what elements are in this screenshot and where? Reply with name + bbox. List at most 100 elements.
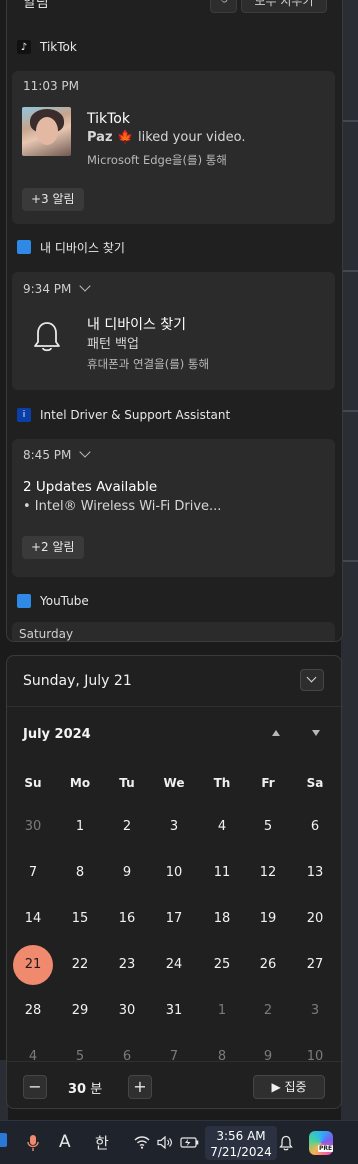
previous-month-button[interactable] [272,730,280,736]
notification-via: 휴대폰과 연결을(를) 통해 [87,357,210,371]
calendar-day[interactable]: 6 [295,807,335,847]
start-focus-button[interactable]: ▶ 집중 [253,1075,325,1099]
weekday-header: Th [213,776,231,790]
focus-minutes-value: 30 [68,1082,87,1097]
notification-via: Microsoft Edge을(를) 통해 [87,153,227,167]
app-group-youtube[interactable]: YouTube [17,589,89,613]
wifi-icon[interactable] [134,1136,150,1149]
weekday-header: Sa [306,776,324,790]
more-notifications-button[interactable]: +3 알림 [22,188,84,211]
do-not-disturb-button[interactable]: ⟲ [210,0,237,13]
copilot-badge: PRE [318,1145,334,1152]
notification-message: liked your video. [138,130,246,145]
weekday-header: Mo [69,776,91,790]
calendar-day[interactable]: 18 [202,899,242,939]
calendar-panel: Sunday, July 21 July 2024 Su Mo Tu We Th Fr Sa… [6,655,342,1109]
calendar-day[interactable]: 31 [154,991,194,1031]
notification-card-intel[interactable]: 8:45 PM 2 Updates Available • Intel® Wir… [12,439,335,577]
calendar-day[interactable]: 13 [295,853,335,893]
notification-time-text: 8:45 PM [23,448,72,462]
calendar-day[interactable]: 19 [248,899,288,939]
calendar-day[interactable]: 15 [60,899,100,939]
notification-bell-icon[interactable] [279,1135,293,1151]
calendar-day[interactable]: 24 [154,945,194,985]
notification-title: TikTok [87,111,130,127]
notification-title: 내 디바이스 찾기 [87,317,187,333]
app-name: YouTube [40,594,89,608]
calendar-day[interactable]: 26 [248,945,288,985]
calendar-day[interactable]: 27 [295,945,335,985]
clock-time: 3:56 AM [216,1129,266,1143]
calendar-day-other-month[interactable]: 30 [13,807,53,847]
weekday-header: Fr [261,776,275,790]
notification-time: 9:34 PM [23,280,92,296]
notification-header: 알림 ⟲ 모두 지우기 [7,0,342,17]
notification-sender: Paz 🍁 [87,130,134,145]
calendar-day-today[interactable]: 21 [13,945,53,985]
calendar-day[interactable]: 12 [248,853,288,893]
chevron-down-icon [306,672,317,683]
calendar-day[interactable]: 4 [202,807,242,847]
more-notifications-button[interactable]: +2 알림 [22,536,84,559]
intel-icon: i [17,408,31,422]
youtube-icon [17,594,31,608]
calendar-day[interactable]: 20 [295,899,335,939]
chevron-down-icon[interactable] [79,446,92,458]
language-indicator[interactable]: 한 [95,1132,109,1153]
calendar-day[interactable]: 2 [107,807,147,847]
calendar-day[interactable]: 17 [154,899,194,939]
microphone-icon[interactable] [27,1134,39,1152]
clock-button[interactable]: 3:56 AM 7/21/2024 [205,1126,277,1160]
notification-time: 8:45 PM [23,446,92,462]
calendar-day-other-month[interactable]: 2 [248,991,288,1031]
taskbar: A 한 3:56 AM 7/21/2024 PRE [0,1120,358,1164]
app-group-tiktok[interactable]: ♪ TikTok [17,35,77,59]
app-name: TikTok [40,40,77,54]
notification-center: 알림 ⟲ 모두 지우기 ♪ TikTok 11:03 PM TikTok Paz… [6,0,343,642]
month-label[interactable]: July 2024 [23,727,91,742]
input-mode-indicator[interactable]: A [59,1132,71,1152]
calendar-day[interactable]: 9 [107,853,147,893]
calendar-day[interactable]: 14 [13,899,53,939]
calendar-day[interactable]: 25 [202,945,242,985]
calendar-day-other-month[interactable]: 3 [295,991,335,1031]
calendar-day[interactable]: 29 [60,991,100,1031]
volume-icon[interactable] [157,1136,173,1149]
app-name: 내 디바이스 찾기 [40,240,125,255]
increase-minutes-button[interactable]: + [128,1075,152,1099]
calendar-day[interactable]: 30 [107,991,147,1031]
selected-date: Sunday, July 21 [23,673,132,689]
app-icon-partial[interactable] [0,1133,7,1147]
notification-body: 패턴 백업 [87,337,139,352]
calendar-day[interactable]: 22 [60,945,100,985]
calendar-day[interactable]: 10 [154,853,194,893]
calendar-day-other-month[interactable]: 1 [202,991,242,1031]
notification-time: 11:03 PM [23,79,79,93]
app-group-intel[interactable]: i Intel Driver & Support Assistant [17,403,230,427]
calendar-day[interactable]: 23 [107,945,147,985]
battery-icon[interactable] [180,1137,199,1148]
weekday-header: Su [24,776,42,790]
copilot-icon[interactable]: PRE [309,1131,334,1155]
focus-minutes-unit: 분 [90,1082,103,1097]
notification-card-tiktok[interactable]: 11:03 PM TikTok Paz 🍁 liked your video. … [12,71,335,224]
collapse-calendar-button[interactable] [300,669,324,691]
notification-time-text: 9:34 PM [23,282,72,296]
calendar-day[interactable]: 8 [60,853,100,893]
calendar-day[interactable]: 16 [107,899,147,939]
weekday-header: Tu [119,776,135,790]
clear-all-button[interactable]: 모두 지우기 [241,0,327,13]
notification-card-find-my-device[interactable]: 9:34 PM 내 디바이스 찾기 패턴 백업 휴대폰과 연결을(를) 통해 [12,272,335,390]
next-month-button[interactable] [312,730,320,736]
app-group-find-my-device[interactable]: 내 디바이스 찾기 [17,235,125,259]
calendar-day[interactable]: 3 [154,807,194,847]
calendar-day[interactable]: 1 [60,807,100,847]
calendar-day[interactable]: 5 [248,807,288,847]
calendar-day[interactable]: 11 [202,853,242,893]
calendar-day[interactable]: 7 [13,853,53,893]
chevron-down-icon[interactable] [79,280,92,292]
bell-icon [34,322,60,352]
decrease-minutes-button[interactable]: − [23,1075,47,1099]
calendar-day[interactable]: 28 [13,991,53,1031]
notification-title: 2 Updates Available [23,479,158,495]
